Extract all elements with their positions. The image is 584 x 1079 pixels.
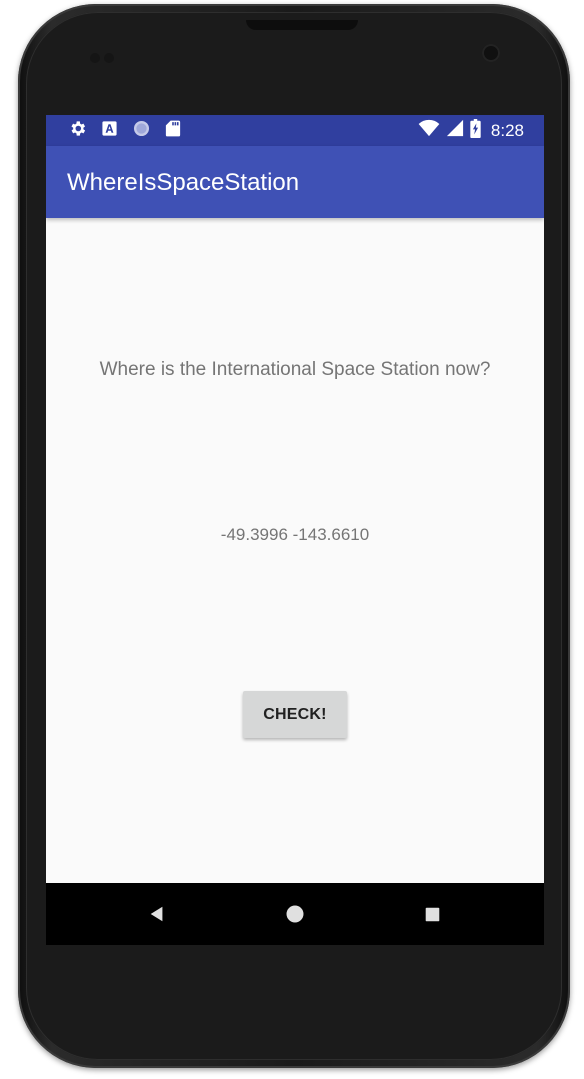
front-camera-icon [482, 44, 500, 62]
check-button[interactable]: CHECK! [243, 691, 347, 738]
app-title: WhereIsSpaceStation [67, 169, 300, 196]
status-notification-icons [68, 120, 181, 141]
status-clock: 8:28 [490, 120, 524, 140]
recents-icon[interactable] [417, 899, 447, 929]
cell-signal-icon [446, 119, 464, 142]
sync-circle-icon [132, 119, 151, 143]
navigation-bar [46, 883, 544, 945]
device-screen: 8:28 WhereIsSpaceStation Where is the In… [46, 115, 544, 945]
font-a-icon [101, 120, 118, 142]
battery-charging-icon [470, 118, 481, 143]
app-bar: WhereIsSpaceStation [46, 146, 544, 218]
proximity-sensors [90, 50, 118, 63]
home-icon[interactable] [280, 899, 310, 929]
earpiece-speaker [246, 20, 358, 30]
wifi-icon [418, 119, 440, 142]
gear-icon [68, 119, 87, 143]
status-bar: 8:28 [46, 115, 544, 146]
status-system-icons: 8:28 [418, 118, 524, 143]
back-icon[interactable] [142, 899, 172, 929]
coordinates-text: -49.3996 -143.6610 [220, 525, 370, 544]
question-text: Where is the International Space Station… [99, 359, 491, 380]
sd-card-icon [165, 119, 181, 143]
